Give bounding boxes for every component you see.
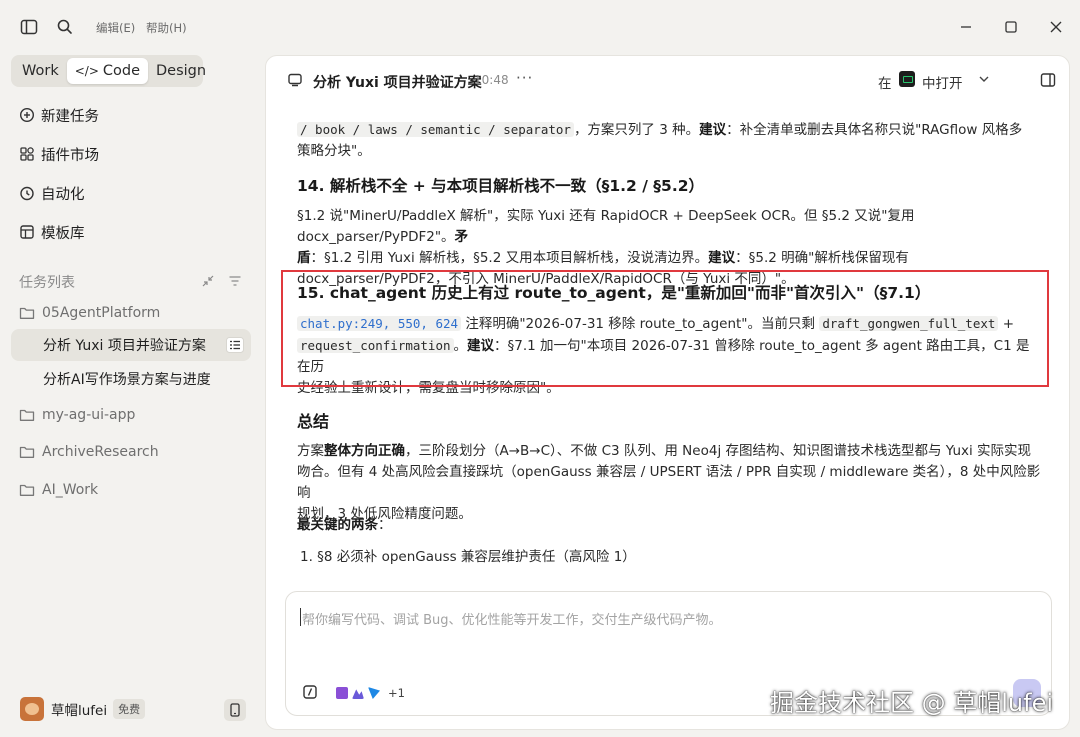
terminal-icon[interactable] bbox=[899, 71, 915, 87]
phone-icon bbox=[230, 703, 240, 717]
label-conflict: 矛 bbox=[454, 229, 469, 245]
summary-paragraph: 方案整体方向正确，三阶段划分（A→B→C）、不做 C3 队列、用 Neo4j 存… bbox=[297, 441, 1042, 525]
main-panel: 分析 Yuxi 项目并验证方案 10:48 ··· 在 中打开 / book /… bbox=[265, 55, 1070, 730]
project-label: ArchiveResearch bbox=[42, 444, 159, 460]
nav-plugins-label: 插件市场 bbox=[41, 147, 99, 164]
project-archiveresearch[interactable]: ArchiveResearch bbox=[19, 441, 159, 463]
title-bar: 编辑(E) 帮助(H) bbox=[0, 0, 1080, 54]
text-run: ，方案只列了 3 种。 bbox=[573, 122, 700, 138]
clock-icon bbox=[20, 186, 34, 201]
filter-icon[interactable] bbox=[228, 274, 242, 288]
search-icon[interactable] bbox=[55, 17, 75, 37]
folder-icon bbox=[19, 307, 35, 319]
project-label: 05AgentPlatform bbox=[42, 305, 161, 321]
menu-help[interactable]: 帮助(H) bbox=[146, 20, 187, 36]
project-ai-work[interactable]: AI_Work bbox=[19, 479, 98, 501]
video-app-icon bbox=[336, 687, 348, 699]
sidebar: Work </> Code Design 新建任务 插件市场 自动化 模板库 任… bbox=[0, 54, 262, 737]
label-suggestion: 建议 bbox=[699, 122, 727, 138]
open-in-button[interactable]: 中打开 bbox=[922, 72, 963, 92]
text-run: ： bbox=[378, 517, 392, 533]
plugin-icon bbox=[20, 147, 34, 161]
project-05agentplatform[interactable]: 05AgentPlatform bbox=[19, 302, 160, 324]
more-apps-count: +1 bbox=[388, 686, 405, 700]
menu-edit[interactable]: 编辑(E) bbox=[96, 20, 135, 36]
nav-new-task[interactable]: 新建任务 bbox=[19, 104, 99, 126]
collapse-icon[interactable] bbox=[201, 274, 215, 288]
mobile-device-button[interactable] bbox=[224, 699, 246, 721]
maximize-icon[interactable] bbox=[1000, 16, 1022, 38]
text-caret bbox=[300, 608, 301, 626]
timestamp: 10:48 bbox=[474, 73, 509, 87]
project-label: AI_Work bbox=[42, 482, 99, 498]
key-points-heading: 最关键的两条： bbox=[297, 515, 392, 536]
highlight-box bbox=[281, 270, 1049, 387]
folder-icon bbox=[19, 409, 35, 421]
slash-command-icon[interactable] bbox=[303, 685, 317, 699]
mode-work[interactable]: Work bbox=[14, 58, 67, 84]
mode-code-label: Code bbox=[102, 63, 140, 79]
open-in-prefix: 在 bbox=[878, 76, 892, 92]
close-icon[interactable] bbox=[1045, 16, 1067, 38]
text-run: 吻合。但有 4 处高风险会直接踩坑（openGauss 兼容层 / UPSERT… bbox=[297, 464, 1041, 501]
project-label: my-ag-ui-app bbox=[42, 407, 136, 423]
user-name: 草帽lufei bbox=[51, 703, 108, 719]
watermark: 掘金技术社区 @ 草帽lufei bbox=[770, 689, 1054, 717]
nav-automation-label: 自动化 bbox=[41, 186, 85, 203]
nav-automation[interactable]: 自动化 bbox=[19, 182, 85, 204]
key-points-title: 最关键的两条 bbox=[297, 517, 378, 533]
task-item-yuxi[interactable]: 分析 Yuxi 项目并验证方案 bbox=[43, 335, 206, 357]
task-list-heading: 任务列表 bbox=[19, 275, 75, 291]
text-run: §1.2 说"MinerU/PaddleX 解析"，实际 Yuxi 还有 Rap… bbox=[297, 208, 915, 245]
chat-icon bbox=[288, 73, 302, 87]
code-icon: </> bbox=[74, 64, 99, 78]
conversation-header: 分析 Yuxi 项目并验证方案 10:48 ··· 在 中打开 bbox=[266, 56, 1069, 104]
template-icon bbox=[20, 225, 34, 239]
nav-plugins[interactable]: 插件市场 bbox=[19, 143, 99, 165]
summary-heading: 总结 bbox=[297, 412, 330, 431]
inline-code: / book / laws / semantic / separator bbox=[297, 122, 574, 137]
project-my-ag-ui-app[interactable]: my-ag-ui-app bbox=[19, 404, 135, 426]
plan-badge: 免费 bbox=[113, 699, 146, 719]
text-run: 策略分块"。 bbox=[297, 143, 371, 159]
text-run: ：§5.2 明确"解析栈保留现有 bbox=[735, 250, 909, 266]
more-options-icon[interactable]: ··· bbox=[516, 69, 533, 87]
connected-apps[interactable]: +1 bbox=[336, 686, 405, 700]
task-list-icon[interactable] bbox=[226, 337, 244, 353]
text-run: 方案 bbox=[297, 443, 324, 459]
mode-design[interactable]: Design bbox=[148, 58, 214, 84]
label-suggestion: 建议 bbox=[708, 250, 736, 266]
chevron-down-icon[interactable] bbox=[978, 74, 990, 84]
sidebar-toggle-icon[interactable] bbox=[19, 17, 39, 37]
user-profile[interactable]: 草帽lufei 免费 bbox=[20, 697, 146, 721]
new-task-icon bbox=[19, 107, 35, 123]
text-run: ：§1.2 引用 Yuxi 解析栈，§5.2 又用本项目解析栈，没说清边界。 bbox=[310, 250, 709, 266]
nav-templates[interactable]: 模板库 bbox=[19, 221, 85, 243]
mode-code[interactable]: </> Code bbox=[66, 58, 148, 84]
task-item-ai-writing[interactable]: 分析AI写作场景方案与进度 bbox=[43, 369, 211, 391]
side-panel-icon[interactable] bbox=[1040, 72, 1056, 88]
nav-new-task-label: 新建任务 bbox=[41, 108, 99, 125]
page-title: 分析 Yuxi 项目并验证方案 bbox=[313, 75, 482, 91]
composer-placeholder[interactable]: 帮你编写代码、调试 Bug、优化性能等开发工作，交付生产级代码产物。 bbox=[302, 609, 722, 628]
folder-icon bbox=[19, 484, 35, 496]
folder-icon bbox=[19, 446, 35, 458]
text-run: ：补全清单或删去具体名称只说"RAGflow 风格多 bbox=[726, 122, 1023, 138]
image-app-icon bbox=[352, 689, 364, 699]
avatar bbox=[20, 697, 44, 721]
mode-switcher: Work </> Code Design bbox=[11, 55, 206, 87]
emphasis: 整体方向正确 bbox=[324, 443, 405, 459]
text-run: ，三阶段划分（A→B→C）、不做 C3 队列、用 Neo4j 存图结构、知识图谱… bbox=[405, 443, 1032, 459]
send-app-icon bbox=[368, 687, 380, 699]
label-conflict: 盾 bbox=[297, 250, 311, 266]
section-heading-14: 14. 解析栈不全 + 与本项目解析栈不一致（§1.2 / §5.2） bbox=[297, 177, 705, 195]
nav-templates-label: 模板库 bbox=[41, 225, 85, 242]
minimize-icon[interactable] bbox=[955, 16, 977, 38]
list-item: 1. §8 必须补 openGauss 兼容层维护责任（高风险 1） bbox=[300, 549, 636, 565]
paragraph-13: / book / laws / semantic / separator ，方案只… bbox=[297, 119, 1042, 162]
